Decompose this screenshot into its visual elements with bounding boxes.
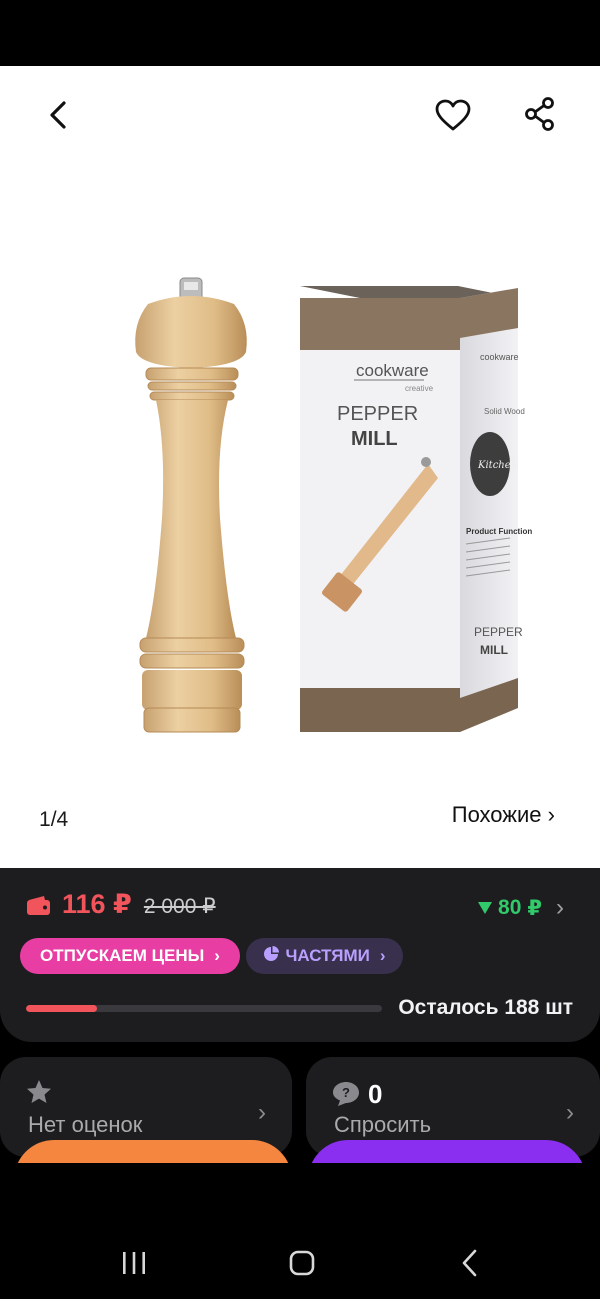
bonus-currency: ₽ [527, 896, 542, 920]
rating-label: Нет оценок [28, 1112, 143, 1137]
svg-text:PEPPER: PEPPER [337, 403, 418, 425]
svg-text:?: ? [342, 1085, 350, 1100]
back-icon[interactable] [440, 1242, 500, 1284]
heart-icon[interactable] [428, 90, 478, 140]
wallet-icon [26, 895, 51, 916]
questions-count: 0 [368, 1079, 383, 1109]
pie-chart-icon [263, 945, 280, 967]
pepper-mill-illustration [135, 277, 247, 733]
svg-text:PEPPER: PEPPER [474, 625, 523, 639]
svg-text:MILL: MILL [351, 428, 398, 450]
recents-icon[interactable] [104, 1242, 164, 1284]
star-icon [26, 1079, 52, 1110]
home-icon[interactable] [272, 1242, 332, 1284]
question-bubble-icon: ? [332, 1081, 360, 1112]
product-box-illustration: cookware creative PEPPER MILL cookware S… [300, 286, 532, 732]
stock-progress-bar [26, 1005, 382, 1012]
share-icon[interactable] [516, 90, 564, 138]
chevron-right-icon: › [379, 946, 386, 965]
ask-question-label: Спросить [334, 1112, 432, 1137]
svg-text:Solid Wood: Solid Wood [484, 407, 525, 416]
stock-remaining: Осталось 188 шт [398, 996, 573, 1019]
sale-badge-label: ОТПУСКАЕМ ЦЕНЫ [40, 946, 205, 965]
current-page: 1 [39, 808, 51, 831]
total-pages: 4 [56, 808, 69, 831]
similar-products-link[interactable]: Похожие › [452, 802, 555, 828]
svg-text:creative: creative [405, 384, 434, 393]
sale-badge-button[interactable]: ОТПУСКАЕМ ЦЕНЫ › [20, 938, 240, 974]
stock-progress-fill [26, 1005, 98, 1012]
gallery-pager: 1/4 [39, 808, 68, 832]
chevron-right-icon: › [547, 802, 555, 827]
current-price: 116 ₽ [62, 889, 132, 919]
bonus-value: 80 [498, 896, 522, 919]
chevron-right-icon: › [556, 894, 564, 921]
installments-badge-button[interactable]: ЧАСТЯМИ › [246, 938, 403, 974]
svg-text:cookware: cookware [480, 352, 519, 362]
price-row: 116 ₽ 2 000 ₽ [26, 889, 216, 920]
chevron-right-icon: › [214, 946, 220, 965]
similar-label: Похожие [451, 802, 542, 827]
bonus-points[interactable]: 80 ₽ › [478, 894, 564, 922]
status-bar [0, 0, 600, 62]
chevron-right-icon: › [566, 1099, 574, 1126]
product-image[interactable]: cookware creative PEPPER MILL cookware S… [108, 268, 532, 758]
svg-text:MILL: MILL [480, 643, 508, 657]
installments-label: ЧАСТЯМИ [285, 946, 370, 965]
back-arrow-icon[interactable] [36, 92, 82, 138]
down-triangle-icon [478, 902, 493, 914]
svg-text:Kitchen: Kitchen [477, 460, 517, 471]
svg-text:Product Function: Product Function [466, 527, 532, 536]
chevron-right-icon: › [258, 1099, 266, 1126]
svg-text:cookware: cookware [356, 361, 429, 380]
old-price: 2 000 ₽ [143, 895, 216, 918]
